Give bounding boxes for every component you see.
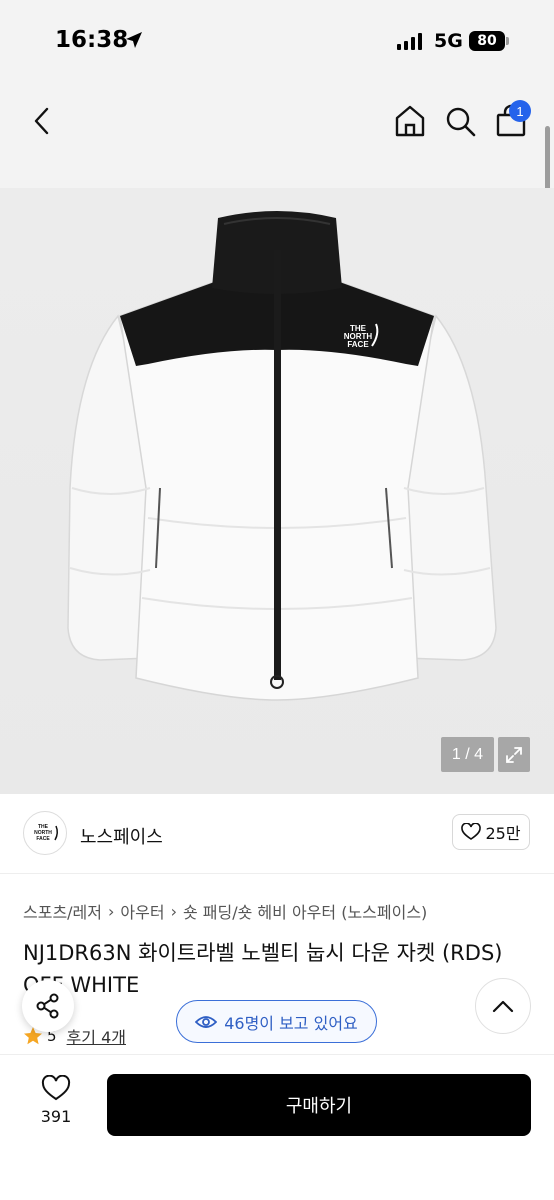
jacket-illustration: THE NORTH FACE bbox=[67, 211, 497, 701]
wish-button[interactable]: 391 bbox=[28, 1075, 84, 1137]
chevron-left-icon[interactable] bbox=[24, 104, 58, 138]
heart-icon bbox=[461, 823, 482, 840]
svg-text:FACE: FACE bbox=[36, 836, 50, 842]
image-counter: 1 / 4 bbox=[441, 737, 494, 772]
share-button[interactable] bbox=[22, 980, 74, 1032]
home-icon[interactable] bbox=[393, 103, 427, 139]
review-link[interactable]: 후기 4개 bbox=[67, 1024, 126, 1048]
heart-icon bbox=[41, 1075, 71, 1101]
location-arrow-icon bbox=[124, 30, 144, 54]
network-label: 5G bbox=[434, 30, 463, 52]
cart-badge: 1 bbox=[509, 100, 531, 122]
eye-icon bbox=[195, 1015, 218, 1028]
signal-icon bbox=[397, 33, 422, 50]
expand-icon[interactable] bbox=[498, 737, 530, 772]
bottom-bar: 391 구매하기 bbox=[0, 1054, 554, 1200]
viewers-text: 46명이 보고 있어요 bbox=[224, 1013, 358, 1033]
svg-text:FACE: FACE bbox=[347, 340, 369, 349]
store-name[interactable]: 노스페이스 bbox=[80, 823, 163, 849]
status-bar: 16:38 5G 80 bbox=[0, 0, 554, 82]
breadcrumb-item[interactable]: 숏 패딩/숏 헤비 아우터 (노스페이스) bbox=[183, 899, 427, 923]
breadcrumb: 스포츠/레저 › 아우터 › 숏 패딩/숏 헤비 아우터 (노스페이스) bbox=[23, 899, 427, 923]
chevron-up-icon bbox=[492, 1000, 514, 1013]
viewers-pill: 46명이 보고 있어요 bbox=[176, 1000, 377, 1043]
store-like-button[interactable]: 25만 bbox=[452, 814, 530, 850]
top-nav bbox=[0, 82, 554, 188]
chevron-right-icon: › bbox=[108, 901, 115, 921]
store-logo[interactable]: THE NORTH FACE bbox=[23, 811, 67, 855]
breadcrumb-item[interactable]: 스포츠/레저 bbox=[23, 899, 102, 923]
scroll-top-button[interactable] bbox=[475, 978, 531, 1034]
chevron-right-icon: › bbox=[170, 901, 177, 921]
store-row[interactable]: THE NORTH FACE 노스페이스 25만 bbox=[0, 794, 554, 874]
status-time: 16:38 bbox=[55, 27, 129, 53]
battery-tip bbox=[506, 37, 509, 45]
search-icon[interactable] bbox=[444, 103, 478, 139]
store-like-count: 25만 bbox=[485, 824, 521, 843]
breadcrumb-item[interactable]: 아우터 bbox=[120, 899, 164, 923]
product-image[interactable]: THE NORTH FACE bbox=[0, 188, 554, 794]
buy-button[interactable]: 구매하기 bbox=[107, 1074, 531, 1136]
product-title: NJ1DR63N 화이트라벨 노벨티 눕시 다운 자켓 (RDS) OFF WH… bbox=[23, 941, 503, 997]
wish-count: 391 bbox=[40, 1107, 72, 1126]
battery-icon: 80 bbox=[469, 31, 505, 51]
share-icon bbox=[36, 993, 59, 1019]
